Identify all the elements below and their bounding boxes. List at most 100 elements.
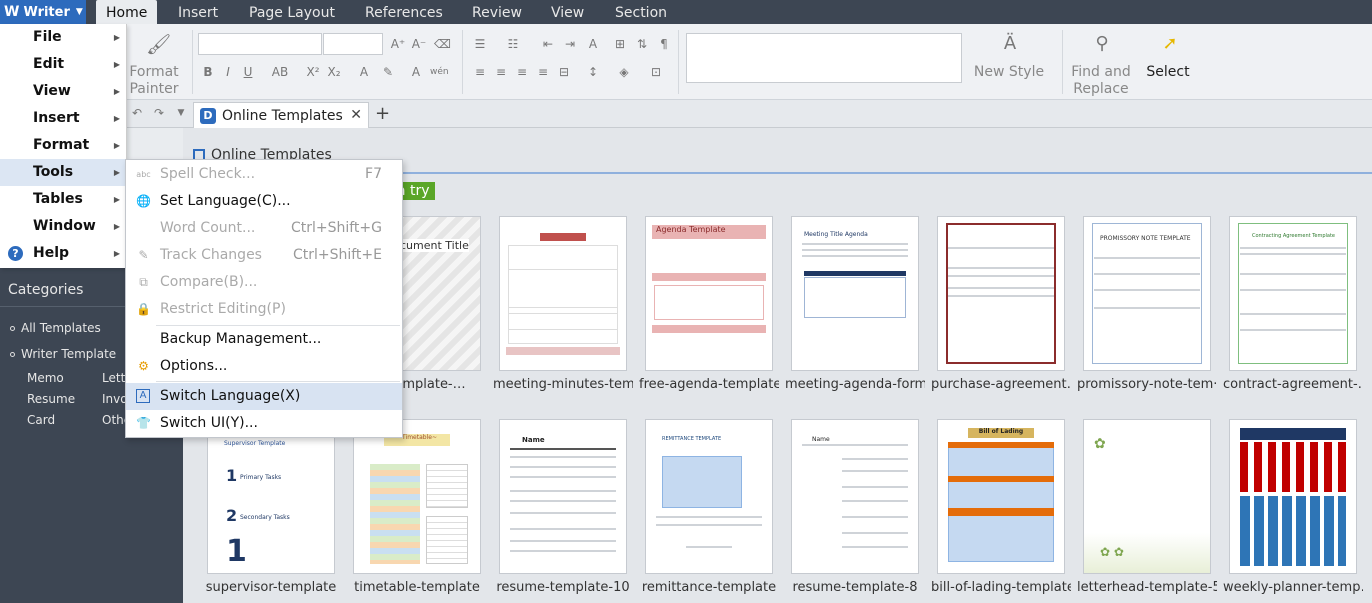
category-card[interactable]: Card [27,413,55,427]
tab-references[interactable]: References [355,0,453,24]
style-gallery[interactable] [686,33,962,83]
justify-icon[interactable]: ≡ [535,64,551,80]
menu-item-window[interactable]: Window ▶ [0,213,127,240]
clear-format-icon[interactable]: ⌫ [434,36,451,52]
template-thumbnail: Contracting Agreement Template [1229,216,1357,371]
thumb-number: 1 [226,534,247,569]
writer-app-menu-button[interactable]: W Writer ▼ [0,0,86,24]
align-left-icon[interactable]: ≡ [472,64,488,80]
chevron-right-icon: ▶ [113,195,120,204]
template-card[interactable]: Bill of Lading bill-of-lading-template [931,419,1071,595]
shrink-font-icon[interactable]: A⁻ [411,36,427,52]
category-memo[interactable]: Memo [27,371,64,385]
template-thumbnail: ✿ ✿ ✿ [1083,419,1211,574]
category-invoice[interactable]: Invo [102,392,128,406]
menu-item-switch-ui[interactable]: 👕 Switch UI(Y)... [126,410,402,437]
phonetic-guide-icon[interactable]: wén [430,64,449,80]
template-card[interactable]: Supervisor Template 1 Primary Tasks 2 Se… [206,419,336,595]
underline-button[interactable]: U [240,64,256,80]
menu-item-spell-check[interactable]: abc Spell Check... F7 [126,161,402,188]
tab-page-layout[interactable]: Page Layout [239,0,345,24]
sort-icon[interactable]: ⇅ [634,36,650,52]
font-color-icon[interactable]: A [408,64,424,80]
chevron-right-icon: ▶ [113,114,120,123]
menu-item-insert[interactable]: Insert ▶ [0,105,127,132]
template-card[interactable]: Agenda Template free-agenda-template [639,216,779,392]
undo-icon[interactable]: ↶ [129,105,145,121]
category-label: Writer Template [21,347,117,361]
template-card[interactable]: meeting-minutes-tem· [493,216,633,392]
menu-item-view[interactable]: View ▶ [0,78,127,105]
find-and-replace-button[interactable]: Find and Replace [1068,64,1134,98]
highlight-icon[interactable]: ✎ [380,64,396,80]
numbered-list-icon[interactable]: ☷ [505,36,521,52]
template-card[interactable]: Name resume-template-10 [496,419,630,595]
show-marks-icon[interactable]: ¶ [656,36,672,52]
top-tab-bar: W Writer ▼ Home Insert Page Layout Refer… [0,0,1372,24]
template-card[interactable]: Meeting Title Agenda meeting-agenda-form… [785,216,925,392]
template-card[interactable]: Contracting Agreement Template contract-… [1223,216,1363,392]
italic-button[interactable]: I [220,64,236,80]
new-tab-button[interactable]: + [375,103,390,124]
increase-indent-icon[interactable]: ⇥ [562,36,578,52]
menu-item-help[interactable]: ? Help ▶ [0,240,127,267]
distribute-icon[interactable]: ⊟ [556,64,572,80]
template-card[interactable]: weekly-planner-temp… [1223,419,1363,595]
tab-view[interactable]: View [541,0,594,24]
align-center-icon[interactable]: ≡ [493,64,509,80]
tab-review[interactable]: Review [462,0,532,24]
tab-insert[interactable]: Insert [168,0,228,24]
borders-icon[interactable]: ⊡ [648,64,664,80]
font-size-box[interactable] [323,33,383,55]
template-card[interactable]: ~Timetable~ timetable-template [353,419,481,595]
text-direction-icon[interactable]: A [585,36,601,52]
format-painter-button[interactable]: Format Painter [128,64,180,98]
tab-section[interactable]: Section [605,0,677,24]
template-thumbnail: ~Timetable~ [353,419,481,574]
template-card[interactable]: Name resume-template-8 [791,419,919,595]
menu-item-word-count[interactable]: Word Count... Ctrl+Shift+G [126,215,402,242]
bullet-list-icon[interactable]: ☰ [472,36,488,52]
select-button[interactable]: Select [1140,64,1196,81]
menu-item-file[interactable]: File ▶ [0,24,127,51]
text-effect-icon[interactable]: A [356,64,372,80]
category-resume[interactable]: Resume [27,392,75,406]
tab-home[interactable]: Home [96,0,158,24]
menu-item-format[interactable]: Format ▶ [0,132,127,159]
template-card[interactable]: ✿ ✿ ✿ letterhead-template-5 [1077,419,1217,595]
menu-item-compare[interactable]: ⧉ Compare(B)... [126,269,402,296]
close-icon[interactable]: ✕ [350,107,362,123]
menu-item-tables[interactable]: Tables ▶ [0,186,127,213]
shading-icon[interactable]: ◈ [616,64,632,80]
menu-item-backup-management[interactable]: Backup Management... [126,326,402,353]
template-card[interactable]: REMITTANCE TEMPLATE remittance-template [642,419,776,595]
strikethrough-icon[interactable]: AB [270,64,290,80]
new-style-button[interactable]: New Style [968,64,1050,81]
menu-item-tools[interactable]: Tools ▶ [0,159,127,186]
menu-item-set-language[interactable]: 🌐 Set Language(C)... [126,188,402,215]
menu-item-track-changes[interactable]: ✎ Track Changes Ctrl+Shift+E [126,242,402,269]
subscript-icon[interactable]: X₂ [326,64,342,80]
bold-button[interactable]: B [200,64,216,80]
category-writer-template[interactable]: Writer Template [10,347,116,361]
category-all-templates[interactable]: All Templates [10,321,101,335]
font-name-box[interactable] [198,33,322,55]
template-card[interactable]: purchase-agreement… [931,216,1071,392]
template-thumbnail: Name [499,419,627,574]
menu-item-switch-language[interactable]: A Switch Language(X) [126,383,402,410]
menu-item-edit[interactable]: Edit ▶ [0,51,127,78]
redo-icon[interactable]: ↷ [151,105,167,121]
superscript-icon[interactable]: X² [305,64,321,80]
globe-icon: 🌐 [136,194,151,208]
menu-item-options[interactable]: ⚙ Options... [126,353,402,380]
table-grid-icon[interactable]: ⊞ [612,36,628,52]
decrease-indent-icon[interactable]: ⇤ [540,36,556,52]
grow-font-icon[interactable]: A⁺ [390,36,406,52]
template-card[interactable]: PROMISSORY NOTE TEMPLATE promissory-note… [1077,216,1217,392]
align-right-icon[interactable]: ≡ [514,64,530,80]
doc-tab-online-templates[interactable]: D Online Templates ✕ [193,102,369,128]
line-spacing-icon[interactable]: ↕ [585,64,601,80]
thumb-title-text: Name [522,436,545,444]
menu-item-restrict-editing[interactable]: 🔒 Restrict Editing(P) [126,296,402,323]
chevron-down-icon[interactable]: ▼ [173,105,189,121]
